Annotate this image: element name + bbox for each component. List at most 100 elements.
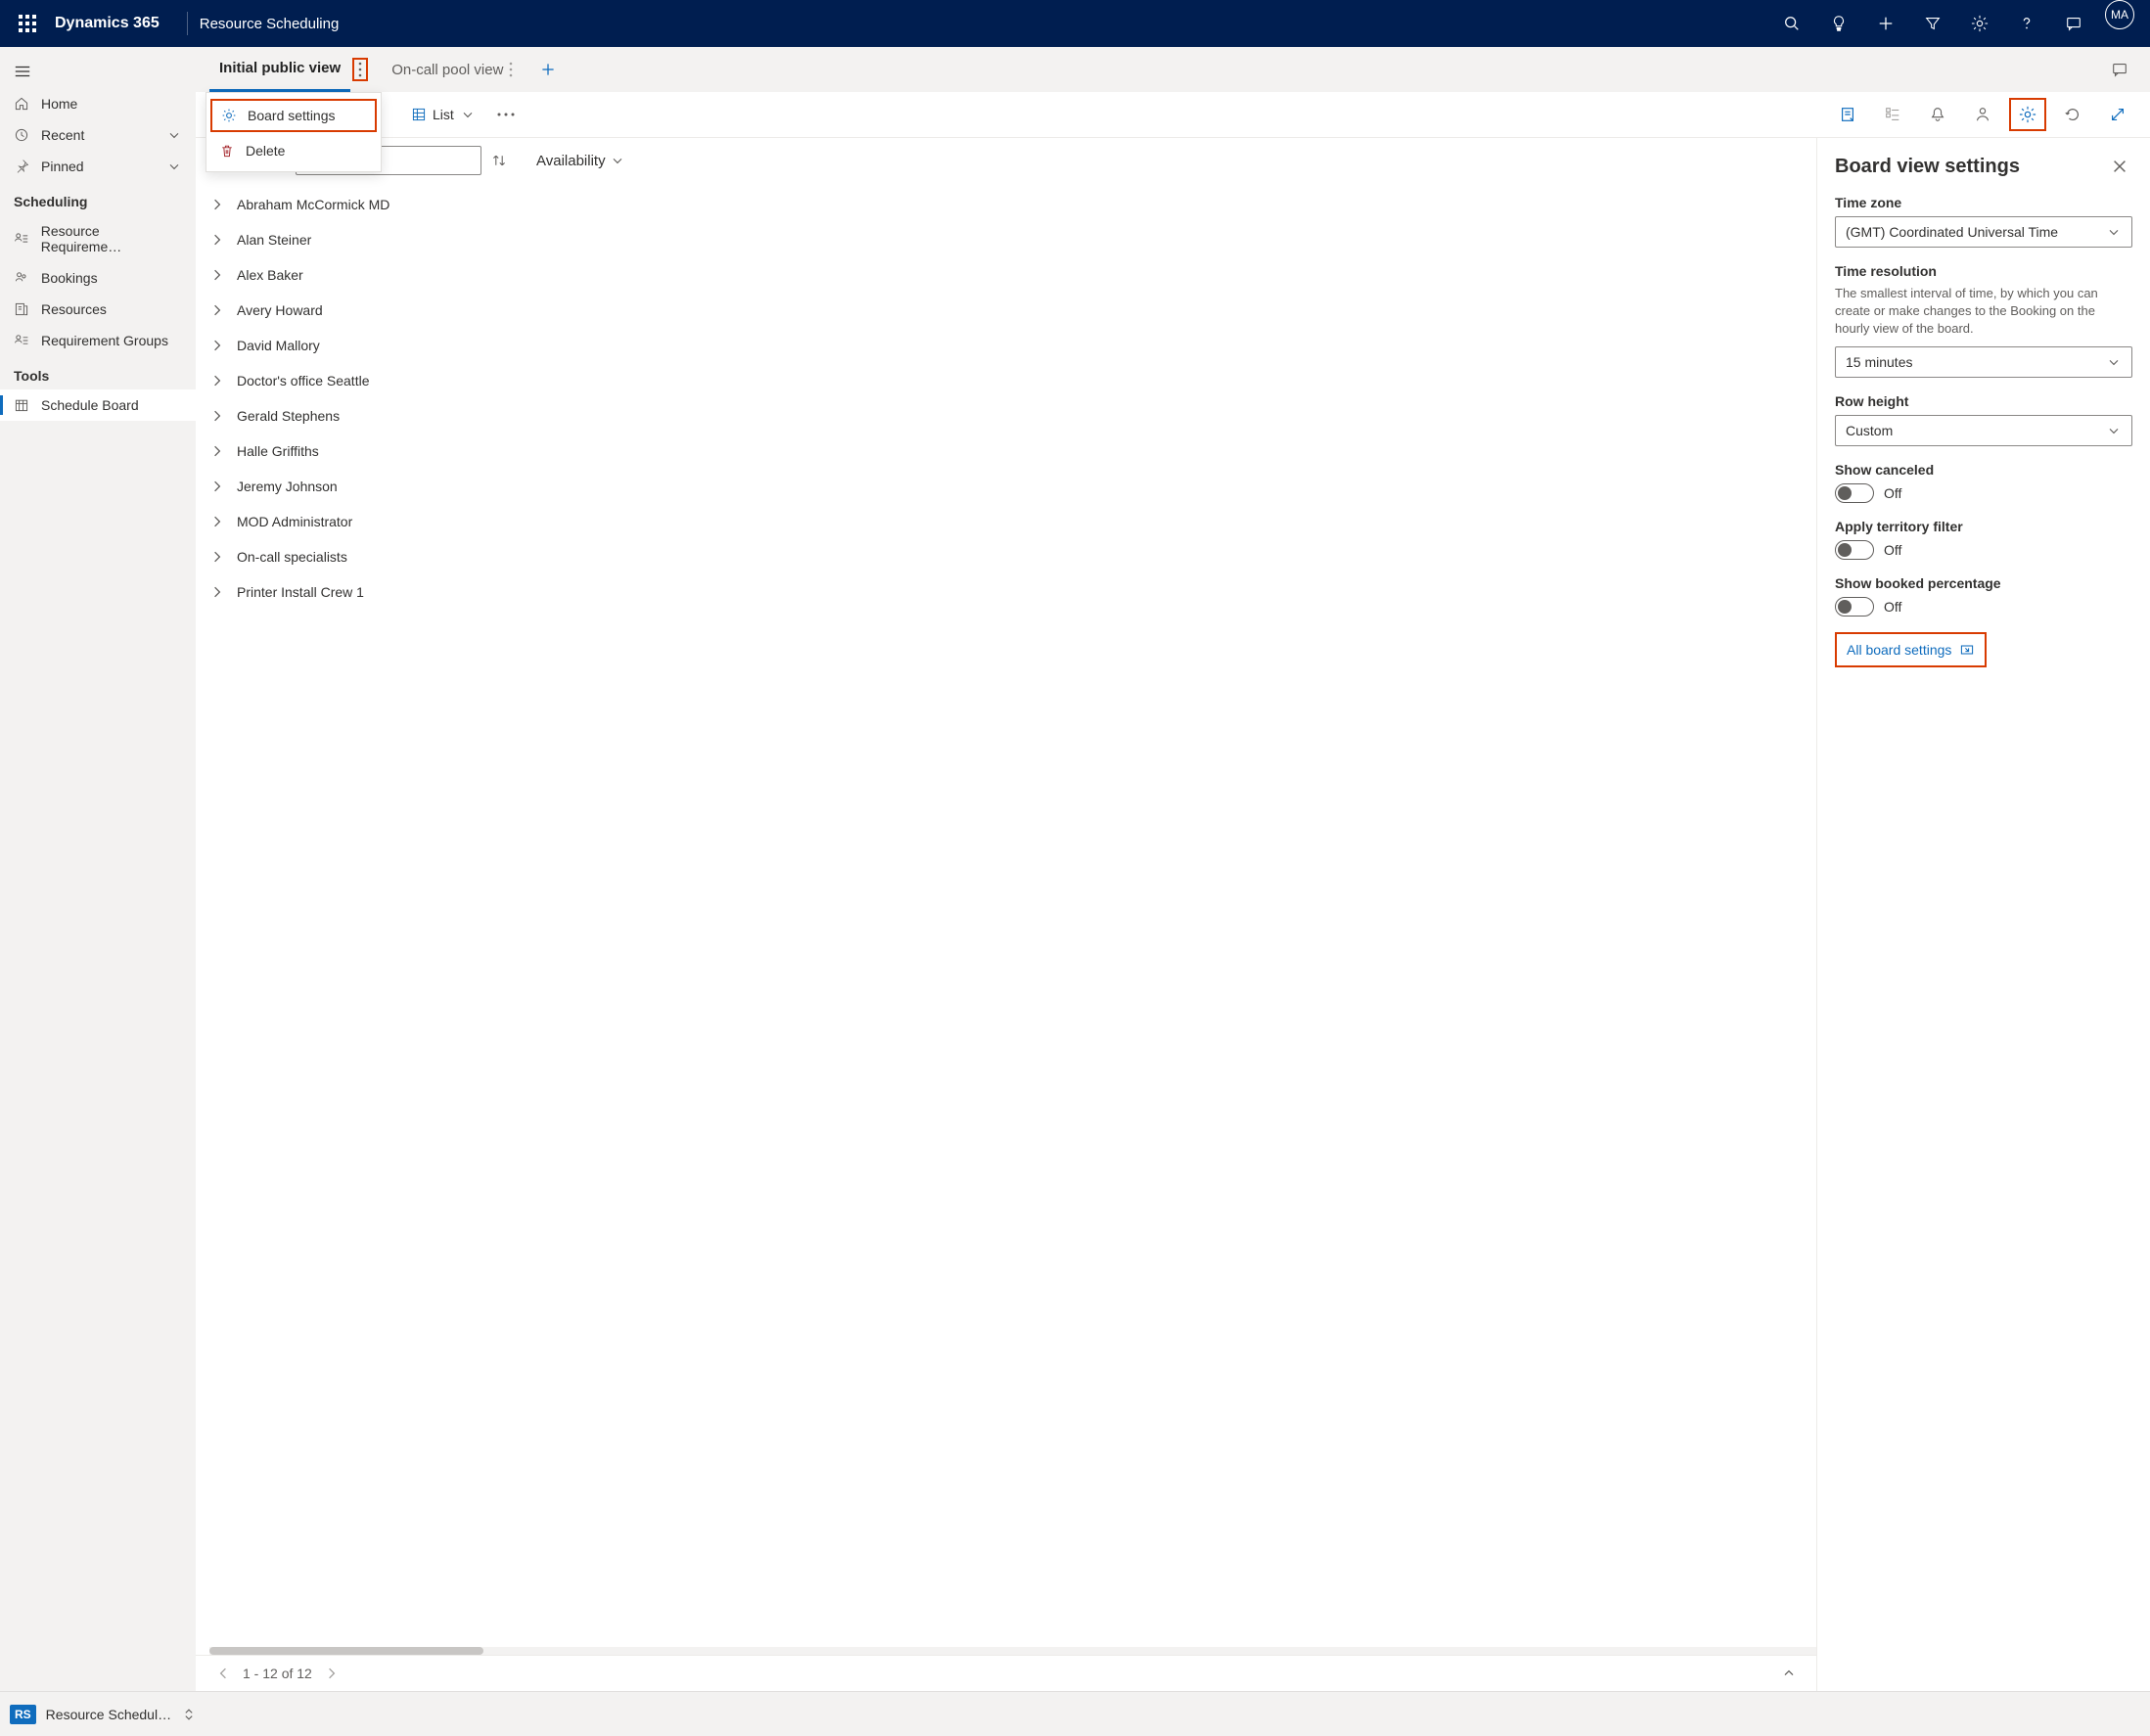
territory-filter-field: Apply territory filter Off	[1835, 519, 2132, 560]
chevron-down-icon	[610, 153, 625, 168]
area-label[interactable]: Resource Schedul…	[46, 1707, 171, 1722]
user-avatar[interactable]: MA	[2105, 0, 2134, 29]
filter-icon[interactable]	[1909, 0, 1956, 47]
time-resolution-select[interactable]: 15 minutes	[1835, 346, 2132, 378]
territory-filter-toggle[interactable]	[1835, 540, 1874, 560]
chevron-down-icon	[166, 159, 182, 174]
gear-icon	[220, 107, 238, 124]
link-label: All board settings	[1847, 642, 1951, 658]
chevron-down-icon	[166, 127, 182, 143]
tab-oncall-pool-view[interactable]: On-call pool view	[382, 47, 523, 92]
app-launcher[interactable]	[8, 0, 47, 47]
settings-panel-title: Board view settings	[1835, 156, 2020, 178]
open-pane-icon	[1959, 642, 1975, 658]
sort-icon[interactable]	[491, 153, 507, 168]
menu-item-board-settings[interactable]: Board settings	[210, 99, 377, 132]
collapse-up-icon[interactable]	[1781, 1666, 1797, 1681]
resource-row[interactable]: Gerald Stephens	[196, 398, 1816, 434]
resource-list: Abraham McCormick MDAlan SteinerAlex Bak…	[196, 183, 1816, 614]
notifications-icon[interactable]	[1919, 98, 1956, 131]
timezone-select[interactable]: (GMT) Coordinated Universal Time	[1835, 216, 2132, 248]
prev-page-button[interactable]	[215, 1666, 231, 1681]
resource-row[interactable]: Printer Install Crew 1	[196, 574, 1816, 610]
nav-resource-requirements[interactable]: Resource Requireme…	[0, 215, 196, 262]
resource-row[interactable]: Jeremy Johnson	[196, 469, 1816, 504]
lightbulb-icon[interactable]	[1815, 0, 1862, 47]
refresh-icon[interactable]	[2054, 98, 2091, 131]
chevron-down-icon	[2106, 354, 2122, 370]
resource-row[interactable]: Abraham McCormick MD	[196, 187, 1816, 222]
field-label: Time resolution	[1835, 263, 2132, 279]
resource-row[interactable]: Avery Howard	[196, 293, 1816, 328]
book-icon[interactable]	[1829, 98, 1866, 131]
settings-gear-icon[interactable]	[1956, 0, 2003, 47]
person-icon[interactable]	[1964, 98, 2001, 131]
area-switcher-icon[interactable]	[181, 1707, 197, 1722]
nav-label: Schedule Board	[41, 397, 139, 413]
tab-initial-public-view[interactable]: Initial public view	[209, 47, 350, 92]
nav-recent[interactable]: Recent	[0, 119, 196, 151]
chevron-right-icon	[209, 443, 225, 459]
select-value: (GMT) Coordinated Universal Time	[1846, 224, 2058, 240]
booked-percentage-toggle[interactable]	[1835, 597, 1874, 617]
search-icon[interactable]	[1768, 0, 1815, 47]
next-page-button[interactable]	[324, 1666, 340, 1681]
resource-row[interactable]: Alex Baker	[196, 257, 1816, 293]
area-badge: RS	[10, 1705, 36, 1724]
toolbar-more[interactable]	[491, 113, 521, 116]
booked-percentage-field: Show booked percentage Off	[1835, 575, 2132, 617]
all-board-settings-link[interactable]: All board settings	[1835, 632, 1987, 667]
nav-label: Home	[41, 96, 77, 112]
board-settings-gear[interactable]	[2009, 98, 2046, 131]
nav-home[interactable]: Home	[0, 88, 196, 119]
nav-schedule-board[interactable]: Schedule Board	[0, 389, 196, 421]
show-canceled-toggle[interactable]	[1835, 483, 1874, 503]
nav-label: Pinned	[41, 159, 84, 174]
resource-row[interactable]: David Mallory	[196, 328, 1816, 363]
resource-row[interactable]: Doctor's office Seattle	[196, 363, 1816, 398]
nav-bookings[interactable]: Bookings	[0, 262, 196, 294]
board-view-settings-panel: Board view settings Time zone (GMT) Coor…	[1817, 138, 2150, 1691]
nav-toggle[interactable]	[0, 55, 196, 88]
nav-section-tools: Tools	[0, 356, 196, 389]
help-icon[interactable]	[2003, 0, 2050, 47]
field-label: Row height	[1835, 393, 2132, 409]
tab-more-icon[interactable]	[509, 62, 513, 77]
resource-row[interactable]: Halle Griffiths	[196, 434, 1816, 469]
nav-requirement-groups[interactable]: Requirement Groups	[0, 325, 196, 356]
field-label: Time zone	[1835, 195, 2132, 210]
view-mode-list[interactable]: List	[403, 103, 483, 126]
row-height-field: Row height Custom	[1835, 393, 2132, 446]
board-tabs: Initial public view On-call pool view	[196, 47, 2150, 92]
chat-panel-icon[interactable]	[2103, 61, 2136, 78]
nav-resources[interactable]: Resources	[0, 294, 196, 325]
tab-more-button[interactable]	[352, 58, 368, 81]
resource-row[interactable]: MOD Administrator	[196, 504, 1816, 539]
select-value: Custom	[1846, 423, 1893, 438]
availability-dropdown[interactable]: Availability	[536, 153, 625, 169]
field-description: The smallest interval of time, by which …	[1835, 285, 2132, 339]
chat-icon[interactable]	[2050, 0, 2097, 47]
horizontal-scrollbar[interactable]	[209, 1647, 1816, 1655]
chevron-right-icon	[209, 338, 225, 353]
add-tab-button[interactable]	[540, 62, 556, 77]
chevron-down-icon	[2106, 224, 2122, 240]
resource-row[interactable]: Alan Steiner	[196, 222, 1816, 257]
expand-icon[interactable]	[2099, 98, 2136, 131]
brand-title: Dynamics 365	[55, 15, 160, 32]
pagination-label: 1 - 12 of 12	[243, 1666, 312, 1681]
close-button[interactable]	[2107, 154, 2132, 179]
chevron-right-icon	[209, 549, 225, 565]
row-height-select[interactable]: Custom	[1835, 415, 2132, 446]
tab-label: Initial public view	[219, 60, 341, 76]
app-header: Dynamics 365 Resource Scheduling MA	[0, 0, 2150, 47]
nav-pinned[interactable]: Pinned	[0, 151, 196, 182]
menu-item-delete[interactable]: Delete	[206, 134, 381, 167]
plus-icon[interactable]	[1862, 0, 1909, 47]
bottom-status-bar: RS Resource Schedul…	[0, 1691, 2150, 1736]
legend-icon[interactable]	[1874, 98, 1911, 131]
chevron-right-icon	[209, 232, 225, 248]
timezone-field: Time zone (GMT) Coordinated Universal Ti…	[1835, 195, 2132, 248]
resource-row[interactable]: On-call specialists	[196, 539, 1816, 574]
resource-name: Avery Howard	[237, 302, 323, 318]
